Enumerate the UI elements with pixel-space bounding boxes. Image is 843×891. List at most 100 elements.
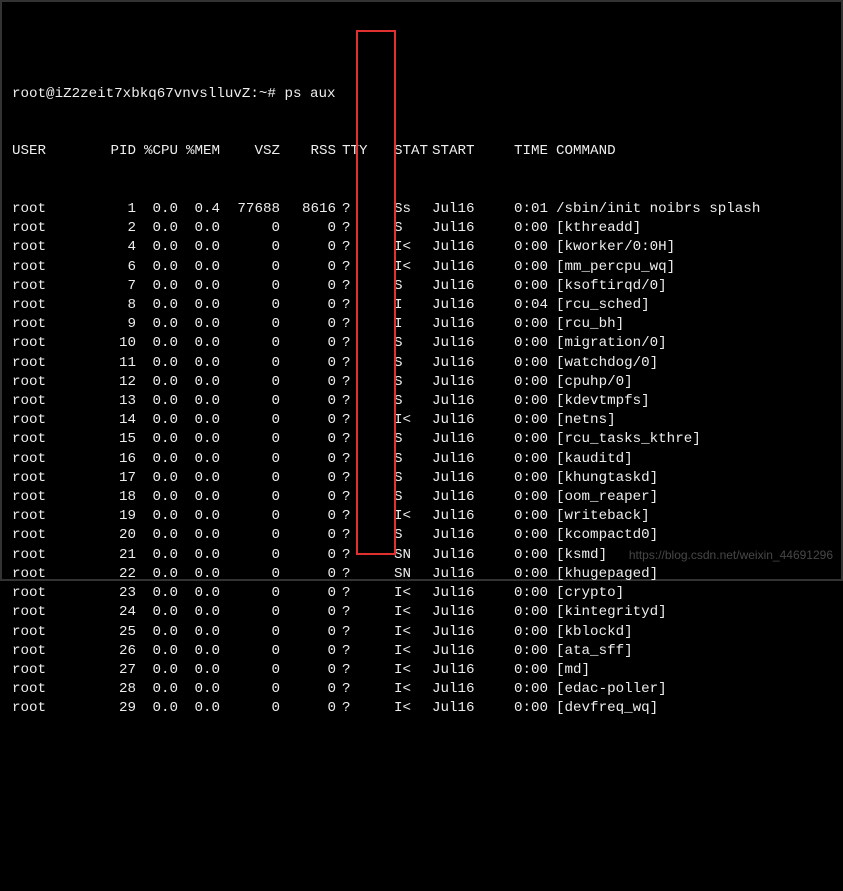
cell-vsz: 0 (220, 430, 280, 449)
cell-mem: 0.0 (178, 507, 220, 526)
cell-user: root (12, 277, 82, 296)
cell-cpu: 0.0 (136, 373, 178, 392)
cell-vsz: 0 (220, 277, 280, 296)
watermark-text: https://blog.csdn.net/weixin_44691296 (629, 546, 833, 565)
cell-stat: S (360, 392, 432, 411)
col-vsz-header: VSZ (220, 142, 280, 161)
cell-start: Jul16 (432, 277, 490, 296)
cell-cpu: 0.0 (136, 507, 178, 526)
cell-stat: I< (360, 603, 432, 622)
col-stat-header: STAT (360, 142, 432, 161)
cell-mem: 0.0 (178, 277, 220, 296)
cell-vsz: 0 (220, 661, 280, 680)
cell-tty: ? (336, 584, 360, 603)
cell-stat: S (360, 219, 432, 238)
cell-start: Jul16 (432, 450, 490, 469)
cell-tty: ? (336, 296, 360, 315)
cell-pid: 6 (82, 258, 136, 277)
cell-cmd: [netns] (548, 411, 841, 430)
cell-cpu: 0.0 (136, 584, 178, 603)
cell-tty: ? (336, 526, 360, 545)
cell-mem: 0.0 (178, 430, 220, 449)
cell-cmd: [kblockd] (548, 623, 841, 642)
cell-stat: I< (360, 411, 432, 430)
cell-stat: I< (360, 584, 432, 603)
cell-pid: 16 (82, 450, 136, 469)
cell-cpu: 0.0 (136, 334, 178, 353)
cell-time: 0:00 (490, 392, 548, 411)
cell-user: root (12, 258, 82, 277)
cell-time: 0:00 (490, 219, 548, 238)
cell-start: Jul16 (432, 334, 490, 353)
cell-cpu: 0.0 (136, 526, 178, 545)
cell-rss: 0 (280, 238, 336, 257)
cell-stat: I< (360, 238, 432, 257)
cell-start: Jul16 (432, 392, 490, 411)
cell-user: root (12, 296, 82, 315)
cell-cmd: [edac-poller] (548, 680, 841, 699)
ps-row: root100.00.000?SJul160:00[migration/0] (12, 334, 841, 353)
cell-rss: 0 (280, 642, 336, 661)
cell-rss: 0 (280, 392, 336, 411)
cell-cmd: /sbin/init noibrs splash (548, 200, 841, 219)
cell-cpu: 0.0 (136, 354, 178, 373)
cell-cmd: [rcu_tasks_kthre] (548, 430, 841, 449)
cell-pid: 26 (82, 642, 136, 661)
ps-row: root130.00.000?SJul160:00[kdevtmpfs] (12, 392, 841, 411)
ps-row: root110.00.000?SJul160:00[watchdog/0] (12, 354, 841, 373)
cell-cpu: 0.0 (136, 699, 178, 718)
cell-cmd: [crypto] (548, 584, 841, 603)
cell-mem: 0.0 (178, 238, 220, 257)
cell-time: 0:00 (490, 450, 548, 469)
cell-cpu: 0.0 (136, 450, 178, 469)
cell-vsz: 0 (220, 238, 280, 257)
cell-stat: S (360, 526, 432, 545)
cell-tty: ? (336, 546, 360, 565)
cell-tty: ? (336, 661, 360, 680)
cell-user: root (12, 315, 82, 334)
cell-vsz: 0 (220, 584, 280, 603)
cell-mem: 0.0 (178, 411, 220, 430)
cell-pid: 17 (82, 469, 136, 488)
cell-time: 0:00 (490, 354, 548, 373)
cell-start: Jul16 (432, 584, 490, 603)
cell-start: Jul16 (432, 430, 490, 449)
cell-start: Jul16 (432, 354, 490, 373)
cell-vsz: 0 (220, 392, 280, 411)
cell-start: Jul16 (432, 219, 490, 238)
cell-cmd: [writeback] (548, 507, 841, 526)
cell-mem: 0.0 (178, 546, 220, 565)
cell-vsz: 0 (220, 334, 280, 353)
cell-pid: 1 (82, 200, 136, 219)
cell-time: 0:00 (490, 603, 548, 622)
cell-time: 0:00 (490, 315, 548, 334)
cell-start: Jul16 (432, 258, 490, 277)
cell-cmd: [kintegrityd] (548, 603, 841, 622)
cell-start: Jul16 (432, 373, 490, 392)
cell-pid: 20 (82, 526, 136, 545)
cell-cpu: 0.0 (136, 603, 178, 622)
cell-stat: S (360, 373, 432, 392)
cell-cmd: [kcompactd0] (548, 526, 841, 545)
cell-mem: 0.0 (178, 296, 220, 315)
cell-cmd: [devfreq_wq] (548, 699, 841, 718)
cell-vsz: 77688 (220, 200, 280, 219)
cell-cmd: [khungtaskd] (548, 469, 841, 488)
cell-cpu: 0.0 (136, 411, 178, 430)
cell-start: Jul16 (432, 642, 490, 661)
cell-user: root (12, 469, 82, 488)
cell-tty: ? (336, 450, 360, 469)
ps-row: root150.00.000?SJul160:00[rcu_tasks_kthr… (12, 430, 841, 449)
cell-rss: 0 (280, 526, 336, 545)
cell-rss: 0 (280, 315, 336, 334)
cell-cpu: 0.0 (136, 488, 178, 507)
cell-mem: 0.0 (178, 603, 220, 622)
cell-time: 0:00 (490, 430, 548, 449)
cell-rss: 0 (280, 354, 336, 373)
cell-cpu: 0.0 (136, 258, 178, 277)
cell-vsz: 0 (220, 354, 280, 373)
cell-cmd: [mm_percpu_wq] (548, 258, 841, 277)
cell-mem: 0.0 (178, 680, 220, 699)
cell-cpu: 0.0 (136, 315, 178, 334)
cell-cmd: [kdevtmpfs] (548, 392, 841, 411)
